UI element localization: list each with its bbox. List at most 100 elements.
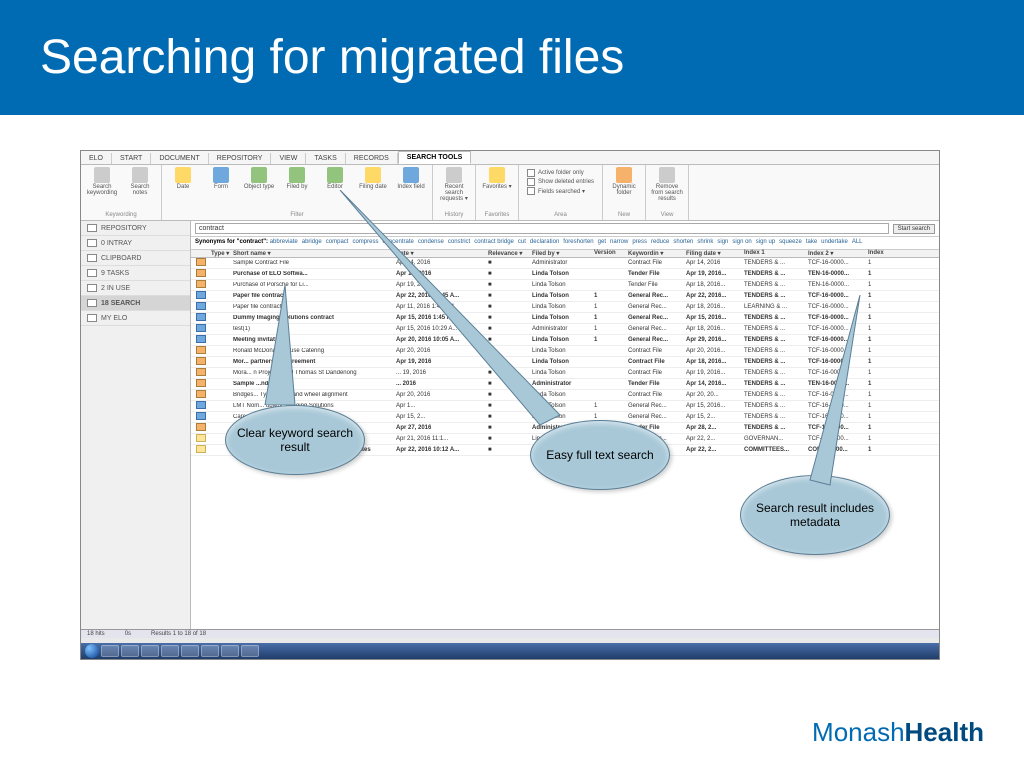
col-relevance[interactable]: Relevance ▾ xyxy=(488,250,532,257)
synonym-link[interactable]: shrink xyxy=(697,239,713,245)
synonym-link[interactable]: press xyxy=(632,239,647,245)
col-keywording[interactable]: Keywordin ▾ xyxy=(628,250,686,257)
sidebar-item-clipboard[interactable]: CLIPBOARD xyxy=(81,251,190,266)
synonym-link[interactable]: ALL xyxy=(852,239,863,245)
tab-start[interactable]: START xyxy=(112,153,151,164)
cell-index2: TCF-16-0000... xyxy=(808,370,868,376)
tab-elo[interactable]: ELO xyxy=(81,153,112,164)
synonym-link[interactable]: condense xyxy=(418,239,444,245)
cell-relevance: ■ xyxy=(488,436,532,442)
synonym-link[interactable]: narrow xyxy=(610,239,628,245)
sidebar-item-my-elo[interactable]: MY ELO xyxy=(81,311,190,326)
ribbon-btn-remove-from-search-results[interactable]: Remove from search results xyxy=(650,167,684,202)
col-index2[interactable]: Index 2 ▾ xyxy=(808,250,868,257)
slide-title: Searching for migrated files xyxy=(0,0,1024,115)
synonym-link[interactable]: concentrate xyxy=(382,239,413,245)
ribbon-btn-filing-date[interactable]: Filing date xyxy=(356,167,390,190)
synonym-link[interactable]: cut xyxy=(518,239,526,245)
tab-repository[interactable]: REPOSITORY xyxy=(209,153,272,164)
synonym-link[interactable]: shorten xyxy=(673,239,693,245)
grid-row[interactable]: Mora... n Projects, 229 Thomas St Danden… xyxy=(191,368,939,379)
synonym-link[interactable]: sign on xyxy=(732,239,751,245)
grid-row[interactable]: Sample Contract FileApr 14, 2016■Adminis… xyxy=(191,258,939,269)
taskbar-button[interactable] xyxy=(241,645,259,657)
taskbar-button[interactable] xyxy=(141,645,159,657)
ribbon-label: Search notes xyxy=(123,184,157,196)
tab-view[interactable]: VIEW xyxy=(271,153,306,164)
taskbar-button[interactable] xyxy=(181,645,199,657)
synonym-link[interactable]: reduce xyxy=(651,239,669,245)
taskbar-button[interactable] xyxy=(221,645,239,657)
start-orb-icon[interactable] xyxy=(85,644,99,658)
synonym-link[interactable]: compact xyxy=(326,239,349,245)
ribbon-btn-date[interactable]: Date xyxy=(166,167,200,190)
grid-row[interactable]: Dummy Imaging Solutions contractApr 15, … xyxy=(191,313,939,324)
ribbon-btn-search-notes[interactable]: Search notes xyxy=(123,167,157,196)
ribbon-check[interactable]: Active folder only xyxy=(527,169,594,177)
sidebar-item-repository[interactable]: REPOSITORY xyxy=(81,221,190,236)
ribbon-btn-favorites-[interactable]: Favorites ▾ xyxy=(480,167,514,190)
synonym-link[interactable]: squeeze xyxy=(779,239,802,245)
synonym-link[interactable]: contract bridge xyxy=(474,239,514,245)
synonym-link[interactable]: declaration xyxy=(530,239,559,245)
ribbon-check[interactable]: Show deleted entries xyxy=(527,178,594,186)
ribbon-btn-object-type[interactable]: Object type xyxy=(242,167,276,190)
col-shortname[interactable]: Short name ▾ xyxy=(231,250,396,257)
grid-row[interactable]: Paper file contractApr 22, 2016 10:45 A.… xyxy=(191,291,939,302)
synonym-link[interactable]: sign xyxy=(717,239,728,245)
taskbar-button[interactable] xyxy=(121,645,139,657)
ribbon-group-keywording: Search keywordingSearch notesKeywording xyxy=(81,165,162,220)
search-input[interactable]: contract xyxy=(195,223,889,234)
sidebar-item-in-use[interactable]: 2 IN USE xyxy=(81,281,190,296)
tab-search-tools[interactable]: SEARCH TOOLS xyxy=(398,151,472,164)
synonym-link[interactable]: get xyxy=(598,239,606,245)
tab-tasks[interactable]: TASKS xyxy=(306,153,345,164)
synonym-link[interactable]: foreshorten xyxy=(563,239,593,245)
synonym-link[interactable]: abbreviate xyxy=(270,239,298,245)
cell-relevance: ■ xyxy=(488,348,532,354)
grid-row[interactable]: Bridges... Tyres, tyres and wheel alignm… xyxy=(191,390,939,401)
taskbar-button[interactable] xyxy=(101,645,119,657)
ribbon-btn-editor[interactable]: Editor xyxy=(318,167,352,190)
start-search-button[interactable]: Start search xyxy=(893,224,935,234)
col-type[interactable]: Type ▾ xyxy=(211,250,231,257)
grid-row[interactable]: Purchase of Porsche for Li...Apr 19, 201… xyxy=(191,280,939,291)
grid-row[interactable]: Mor... partnership agreementApr 19, 2016… xyxy=(191,357,939,368)
cell-index3: 1 xyxy=(868,260,892,266)
col-version[interactable]: Version xyxy=(594,250,628,256)
ribbon-btn-recent-search-requests-[interactable]: Recent search requests ▾ xyxy=(437,167,471,202)
tab-document[interactable]: DOCUMENT xyxy=(151,153,208,164)
ribbon-btn-index-field[interactable]: Index field xyxy=(394,167,428,190)
cell-filedby: Linda Tolson xyxy=(532,370,594,376)
col-filingdate[interactable]: Filing date ▾ xyxy=(686,250,744,257)
synonym-link[interactable]: abridge xyxy=(302,239,322,245)
sidebar-item-tasks[interactable]: 9 TASKS xyxy=(81,266,190,281)
grid-row[interactable]: test(1)Apr 15, 2016 10:29 A...■Administr… xyxy=(191,324,939,335)
grid-row[interactable]: Meeting invitationApr 20, 2016 10:05 A..… xyxy=(191,335,939,346)
ribbon-btn-filed-by[interactable]: Filed by xyxy=(280,167,314,190)
synonym-link[interactable]: take xyxy=(806,239,817,245)
ribbon-btn-dynamic-folder[interactable]: Dynamic folder xyxy=(607,167,641,196)
grid-row[interactable]: Sample ...nder File... 2016■Administrato… xyxy=(191,379,939,390)
taskbar-button[interactable] xyxy=(201,645,219,657)
col-filedby[interactable]: Filed by ▾ xyxy=(532,250,594,257)
ribbon-btn-search-keywording[interactable]: Search keywording xyxy=(85,167,119,196)
tab-records[interactable]: RECORDS xyxy=(346,153,398,164)
grid-row[interactable]: Purchase of ELO Softwa...Apr 19, 2016■Li… xyxy=(191,269,939,280)
synonym-link[interactable]: compress xyxy=(352,239,378,245)
col-index3[interactable]: Index xyxy=(868,250,892,256)
sidebar-item-intray[interactable]: 0 INTRAY xyxy=(81,236,190,251)
grid-row[interactable]: Ronald McDonald House CateringApr 20, 20… xyxy=(191,346,939,357)
cell-index2: TCF-16-0000... xyxy=(808,392,868,398)
synonym-link[interactable]: undertake xyxy=(821,239,848,245)
ribbon-check[interactable]: Fields searched ▾ xyxy=(527,187,594,195)
taskbar-button[interactable] xyxy=(161,645,179,657)
grid-row[interactable]: Paper file contractApr 11, 2016 1:41 PM■… xyxy=(191,302,939,313)
synonym-link[interactable]: sign up xyxy=(756,239,775,245)
col-index1[interactable]: Index 1 xyxy=(744,250,808,256)
ribbon-btn-form[interactable]: Form xyxy=(204,167,238,190)
sidebar-item-search[interactable]: 18 SEARCH xyxy=(81,296,190,311)
synonym-link[interactable]: constrict xyxy=(448,239,470,245)
col-date[interactable]: Date ▾ xyxy=(396,250,488,257)
cell-filedby: Administrator xyxy=(532,381,594,387)
